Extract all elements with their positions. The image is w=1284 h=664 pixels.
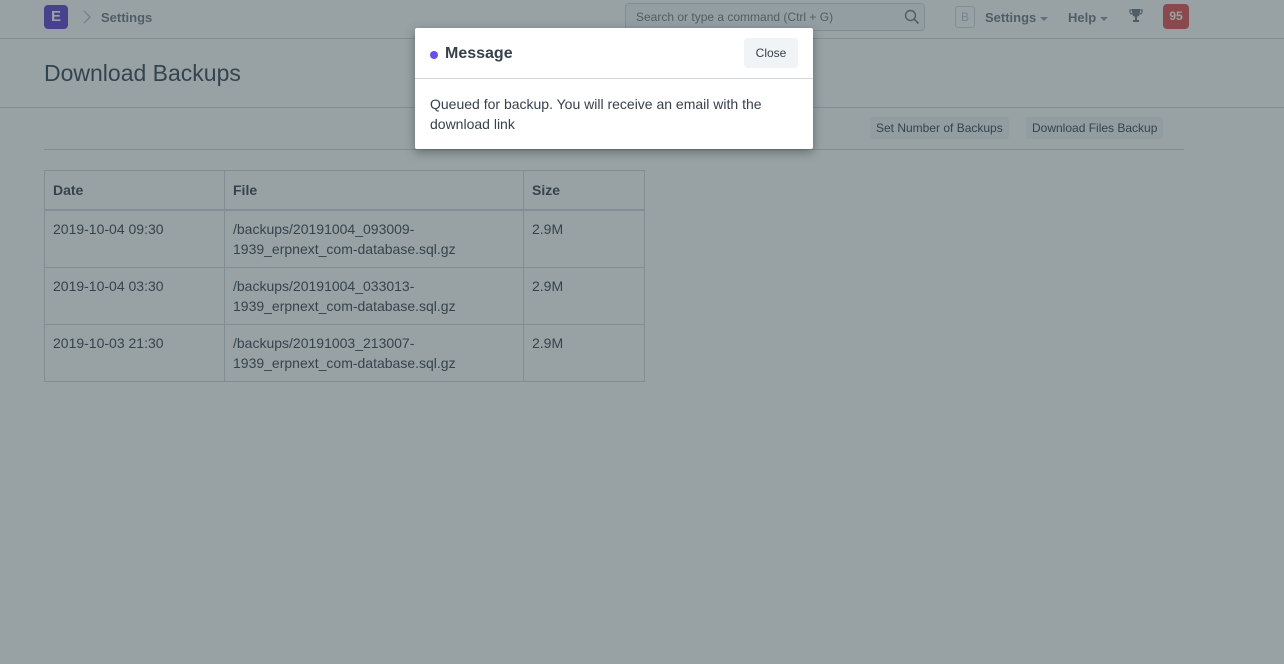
dialog-header: Message Close: [415, 28, 813, 79]
dialog-title: Message: [445, 45, 513, 62]
dialog-message: Queued for backup. You will receive an e…: [430, 96, 762, 132]
close-button[interactable]: Close: [744, 38, 798, 68]
indicator-dot-icon: [430, 51, 438, 59]
message-dialog: Message Close Queued for backup. You wil…: [415, 28, 813, 149]
